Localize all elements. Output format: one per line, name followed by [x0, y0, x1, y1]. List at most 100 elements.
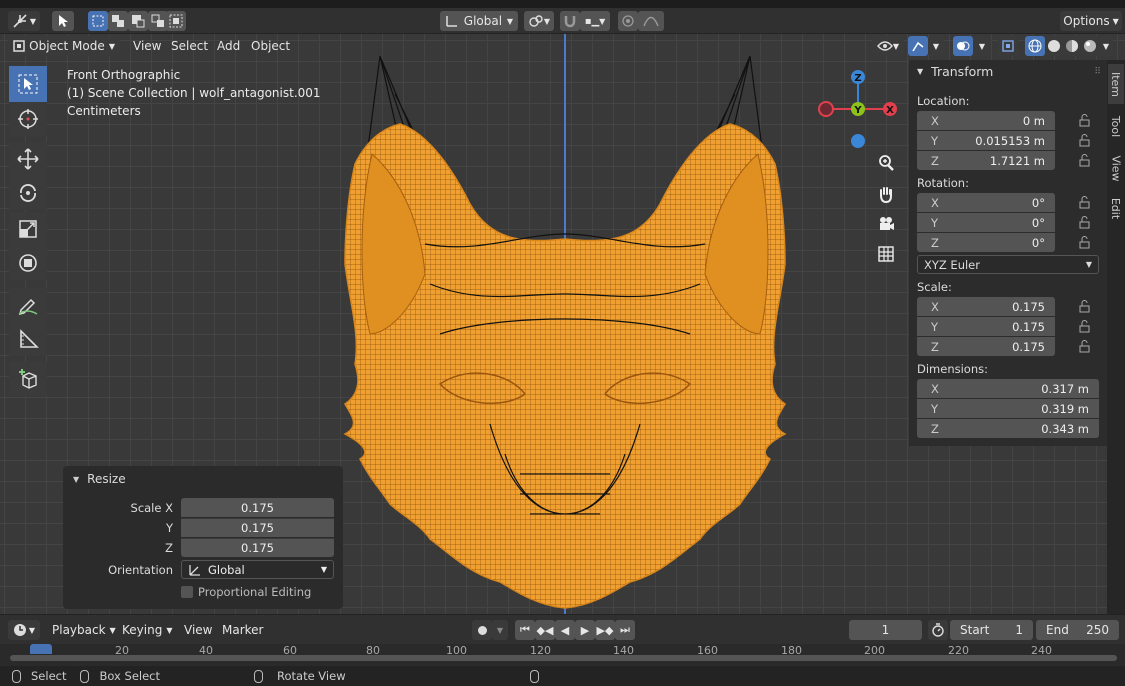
tool-measure[interactable]: [9, 322, 47, 356]
menu-view[interactable]: View: [127, 36, 167, 56]
scale-z-field[interactable]: 0.175: [181, 538, 334, 557]
rotation-z-field[interactable]: Z 0°: [917, 233, 1055, 252]
pivot-point-dropdown[interactable]: ▼: [524, 11, 554, 31]
tool-move[interactable]: [9, 142, 47, 176]
timeline-scrollbar[interactable]: [10, 655, 1117, 661]
auto-keying-toggle[interactable]: [472, 620, 492, 640]
gizmo-dropdown[interactable]: ▼: [928, 36, 944, 56]
select-mode-intersect-button[interactable]: [166, 11, 186, 31]
tool-cursor[interactable]: [9, 102, 47, 136]
proportional-falloff-dropdown[interactable]: [638, 11, 664, 31]
proportional-editing-checkbox[interactable]: Proportional Editing: [181, 585, 311, 599]
lock-icon[interactable]: [1077, 195, 1091, 209]
jump-end-button[interactable]: ⏭: [615, 620, 635, 640]
dimensions-x-field[interactable]: X 0.317 m: [917, 379, 1099, 398]
menu-playback[interactable]: Playback ▼: [46, 620, 122, 640]
scale-x-field[interactable]: 0.175: [181, 498, 334, 517]
transform-orientation-dropdown[interactable]: Global ▼: [440, 11, 518, 31]
scale-y-field[interactable]: Y 0.175: [917, 317, 1055, 336]
gizmo-toggle[interactable]: [908, 36, 928, 56]
select-mode-invert-button[interactable]: [148, 11, 168, 31]
scale-z-field[interactable]: Z 0.175: [917, 337, 1055, 356]
playhead[interactable]: [30, 644, 52, 654]
proportional-edit-toggle[interactable]: [618, 11, 638, 31]
menu-object[interactable]: Object: [245, 36, 296, 56]
tab-item[interactable]: Item: [1108, 64, 1124, 104]
scale-y-field[interactable]: 0.175: [181, 518, 334, 537]
timeline-editor-type-button[interactable]: ▼: [8, 620, 40, 640]
location-x-field[interactable]: X 0 m: [917, 111, 1055, 130]
lock-icon[interactable]: [1077, 153, 1091, 167]
menu-marker[interactable]: Marker: [216, 620, 269, 640]
menu-select[interactable]: Select: [165, 36, 214, 56]
resize-panel-header[interactable]: ▼ Resize: [73, 472, 126, 486]
tool-add-cube[interactable]: [9, 362, 47, 396]
dimensions-z-field[interactable]: Z 0.343 m: [917, 419, 1099, 438]
editor-type-button[interactable]: ▼: [8, 11, 40, 31]
tool-rotate[interactable]: [9, 176, 47, 210]
options-dropdown[interactable]: Options ▼: [1060, 11, 1122, 31]
play-reverse-button[interactable]: ◀: [555, 620, 575, 640]
lock-icon[interactable]: [1077, 235, 1091, 249]
pan-button[interactable]: [872, 180, 900, 208]
jump-keyframe-back-button[interactable]: ◆◀: [535, 620, 555, 640]
jump-keyframe-forward-button[interactable]: ▶◆: [595, 620, 615, 640]
lock-icon[interactable]: [1077, 113, 1091, 127]
menu-timeline-view[interactable]: View: [178, 620, 218, 640]
select-mode-new-button[interactable]: [88, 11, 108, 31]
lock-icon[interactable]: [1077, 319, 1091, 333]
rotation-x-field[interactable]: X 0°: [917, 193, 1055, 212]
xray-toggle[interactable]: [998, 36, 1018, 56]
preview-range-toggle[interactable]: [928, 620, 948, 640]
shading-solid-button[interactable]: [1045, 36, 1063, 56]
snap-toggle[interactable]: [560, 11, 580, 31]
shading-material-button[interactable]: [1063, 36, 1081, 56]
lock-icon[interactable]: [1077, 133, 1091, 147]
shading-dropdown[interactable]: ▼: [1099, 36, 1113, 56]
gizmo-neg-x[interactable]: [818, 101, 834, 117]
select-mode-extend-button[interactable]: [108, 11, 128, 31]
tab-view[interactable]: View: [1108, 148, 1124, 188]
play-button[interactable]: ▶: [575, 620, 595, 640]
keying-dropdown[interactable]: ▼: [492, 620, 508, 640]
jump-start-button[interactable]: ⏮: [515, 620, 535, 640]
current-frame-field[interactable]: 1: [849, 620, 922, 640]
gizmo-neg-z[interactable]: [851, 134, 865, 148]
shading-rendered-button[interactable]: [1081, 36, 1099, 56]
dimensions-y-field[interactable]: Y 0.319 m: [917, 399, 1099, 418]
end-frame-field[interactable]: End 250: [1036, 620, 1119, 640]
rotation-mode-dropdown[interactable]: XYZ Euler ▼: [917, 255, 1099, 274]
menu-keying[interactable]: Keying ▼: [116, 620, 178, 640]
select-mode-subtract-button[interactable]: [128, 11, 148, 31]
tab-edit[interactable]: Edit: [1108, 190, 1124, 226]
shading-wireframe-button[interactable]: [1025, 36, 1045, 56]
camera-view-button[interactable]: [872, 210, 900, 238]
transform-panel-header[interactable]: ▼ Transform ⠿: [917, 64, 1107, 79]
tab-tool[interactable]: Tool: [1108, 106, 1124, 146]
drag-handle-icon[interactable]: ⠿: [1094, 67, 1101, 77]
start-frame-field[interactable]: Start 1: [950, 620, 1033, 640]
zoom-button[interactable]: [872, 149, 900, 177]
tool-select-box[interactable]: [9, 66, 47, 102]
ortho-toggle-button[interactable]: [872, 240, 900, 268]
lock-icon[interactable]: [1077, 339, 1091, 353]
overlays-dropdown[interactable]: ▼: [973, 36, 991, 56]
tool-annotate[interactable]: [9, 288, 47, 322]
location-y-field[interactable]: Y 0.015153 m: [917, 131, 1055, 150]
tool-scale[interactable]: [9, 212, 47, 246]
select-tool-button[interactable]: [52, 11, 74, 31]
snap-target-dropdown[interactable]: ▪▁ ▼: [580, 11, 610, 31]
workspace-tabs[interactable]: [0, 0, 1125, 8]
overlays-toggle[interactable]: [953, 36, 973, 56]
menu-add[interactable]: Add: [211, 36, 246, 56]
tool-transform[interactable]: [9, 246, 47, 280]
navigation-gizmo[interactable]: Z X Y: [808, 62, 908, 162]
scale-x-field[interactable]: X 0.175: [917, 297, 1055, 316]
location-z-field[interactable]: Z 1.7121 m: [917, 151, 1055, 170]
lock-icon[interactable]: [1077, 215, 1091, 229]
mode-dropdown[interactable]: Object Mode ▼: [8, 36, 120, 56]
resize-operator-panel[interactable]: ▼ Resize Scale X 0.175 Y 0.175 Z 0.175 O…: [63, 466, 343, 609]
orientation-dropdown[interactable]: Global ▼: [181, 560, 334, 579]
checkbox-box[interactable]: [181, 586, 193, 598]
visibility-dropdown[interactable]: ▼: [872, 36, 904, 56]
